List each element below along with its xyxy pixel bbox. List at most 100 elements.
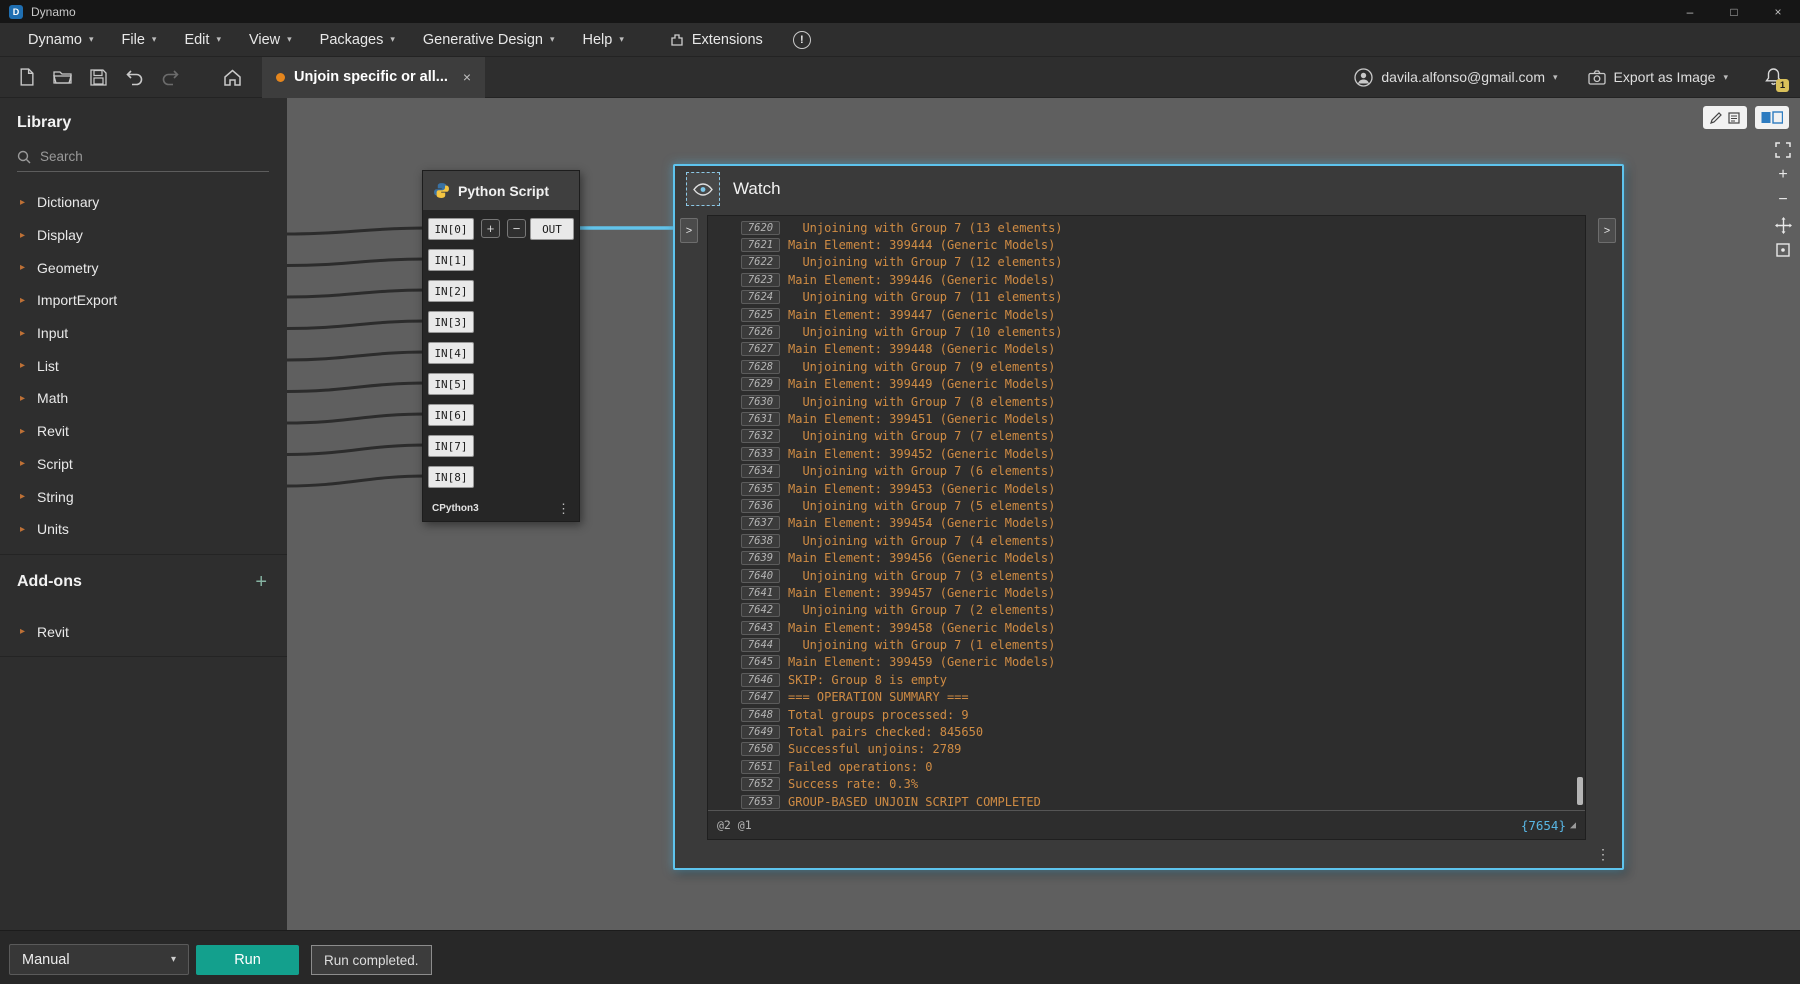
workspace-tab[interactable]: Unjoin specific or all... × [262,57,485,98]
add-input-button[interactable]: + [481,219,500,238]
export-image-menu[interactable]: Export as Image ▾ [1588,69,1728,85]
zoom-fit-button[interactable] [1773,140,1793,160]
line-number: 7645 [741,655,780,669]
pen-icon [1710,112,1722,124]
python-input-port-0[interactable]: IN[0] [428,218,474,240]
node-menu-icon[interactable]: ⋮ [1596,846,1610,863]
watch-row-text: Unjoining with Group 7 (2 elements) [788,603,1055,617]
tab-close-icon[interactable]: × [463,69,471,85]
watch-row: 7623Main Element: 399446 (Generic Models… [708,271,1585,288]
sidebar-item-revit[interactable]: ▸Revit [0,415,287,448]
new-file-button[interactable] [8,60,44,94]
account-menu[interactable]: davila.alfonso@gmail.com ▾ [1354,68,1557,87]
redo-button[interactable] [152,60,188,94]
close-button[interactable]: × [1756,0,1800,23]
menu-edit[interactable]: Edit▾ [170,23,235,56]
annotation-toolbar[interactable] [1703,106,1747,129]
watch-row-text: Main Element: 399454 (Generic Models) [788,516,1055,530]
wire-input-3[interactable] [287,321,427,329]
scrollbar-thumb[interactable] [1577,777,1583,805]
python-input-port-2[interactable]: IN[2] [428,280,474,302]
remove-input-button[interactable]: − [507,219,526,238]
zoom-out-button[interactable]: − [1773,190,1793,210]
watch-row-text: Unjoining with Group 7 (12 elements) [788,255,1063,269]
python-input-port-1[interactable]: IN[1] [428,249,474,271]
expand-arrow-icon: ▸ [20,426,25,437]
python-script-node[interactable]: Python Script + − OUT IN[0] IN[1] IN[2] IN[… [422,170,580,522]
menu-generative-design[interactable]: Generative Design▾ [409,23,569,56]
minimize-button[interactable]: – [1668,0,1712,23]
python-output-port[interactable]: OUT [530,218,574,240]
add-package-button[interactable]: + [255,571,267,594]
sidebar-item-revit[interactable]: ▸Revit [0,616,287,649]
zoom-in-button[interactable]: + [1773,165,1793,185]
watch-node-header[interactable]: Watch [675,166,1622,212]
python-input-port-3[interactable]: IN[3] [428,311,474,333]
sidebar-item-units[interactable]: ▸Units [0,513,287,546]
menu-extensions[interactable]: Extensions [656,23,777,56]
sidebar-item-math[interactable]: ▸Math [0,382,287,415]
watch-row-text: Main Element: 399444 (Generic Models) [788,238,1055,252]
menu-help[interactable]: Help▾ [569,23,638,56]
home-button[interactable] [214,60,250,94]
node-menu-icon[interactable]: ⋮ [557,501,570,517]
menu-dynamo[interactable]: Dynamo▾ [14,23,108,56]
watch-row-text: Unjoining with Group 7 (5 elements) [788,499,1055,513]
resize-grip-icon[interactable]: ◢ [1570,820,1576,831]
watch-node[interactable]: Watch > > 7620 Unjoining with Group 7 (1… [673,164,1624,870]
search-input[interactable] [40,149,240,164]
wire-input-8[interactable] [287,476,427,486]
sidebar-item-script[interactable]: ▸Script [0,448,287,481]
sidebar-item-label: Math [37,390,68,406]
chevron-down-icon: ▾ [619,34,624,45]
sidebar-item-geometry[interactable]: ▸Geometry [0,251,287,284]
maximize-button[interactable]: □ [1712,0,1756,23]
sidebar-item-importexport[interactable]: ▸ImportExport [0,284,287,317]
python-input-port-7[interactable]: IN[7] [428,435,474,457]
run-mode-select[interactable]: Manual ▾ [9,944,189,975]
save-button[interactable] [80,60,116,94]
watch-row-text: Successful unjoins: 2789 [788,742,961,756]
undo-button[interactable] [116,60,152,94]
menu-file[interactable]: File▾ [108,23,171,56]
sidebar-item-dictionary[interactable]: ▸Dictionary [0,186,287,219]
python-input-port-6[interactable]: IN[6] [428,404,474,426]
wire-input-0[interactable] [287,228,427,234]
view-mode-toggle[interactable] [1755,106,1789,129]
python-node-header[interactable]: Python Script [423,171,579,210]
expand-arrow-icon: ▸ [20,626,25,637]
line-number: 7623 [741,273,780,287]
watch-row: 7639Main Element: 399456 (Generic Models… [708,549,1585,566]
export-image-label: Export as Image [1614,69,1716,85]
notifications-button[interactable]: 1 [1760,64,1786,90]
sidebar-item-input[interactable]: ▸Input [0,317,287,350]
wire-input-7[interactable] [287,445,427,455]
watch-row: 7652Success rate: 0.3% [708,776,1585,793]
pan-button[interactable] [1773,215,1793,235]
library-search[interactable] [17,149,269,172]
sidebar-item-list[interactable]: ▸List [0,349,287,382]
python-input-port-4[interactable]: IN[4] [428,342,474,364]
sidebar-item-display[interactable]: ▸Display [0,219,287,252]
workspace-canvas[interactable]: Python Script + − OUT IN[0] IN[1] IN[2] IN[… [287,98,1800,930]
python-input-port-5[interactable]: IN[5] [428,373,474,395]
wire-input-6[interactable] [287,414,427,423]
wire-input-1[interactable] [287,259,427,266]
wire-input-5[interactable] [287,383,427,392]
info-icon[interactable]: ! [793,31,811,49]
open-file-button[interactable] [44,60,80,94]
run-button[interactable]: Run [196,945,299,975]
python-input-port-8[interactable]: IN[8] [428,466,474,488]
wire-input-2[interactable] [287,290,427,297]
watch-input-port[interactable]: > [680,218,698,243]
orbit-button[interactable] [1773,240,1793,260]
menu-view[interactable]: View▾ [235,23,306,56]
divider [0,656,287,657]
wire-input-4[interactable] [287,352,427,360]
menu-packages[interactable]: Packages▾ [306,23,409,56]
sidebar-item-string[interactable]: ▸String [0,480,287,513]
line-number: 7620 [741,221,780,235]
watch-output-port[interactable]: > [1598,218,1616,243]
watch-list[interactable]: 7620 Unjoining with Group 7 (13 elements… [708,216,1585,810]
sidebar-item-label: Units [37,521,69,537]
